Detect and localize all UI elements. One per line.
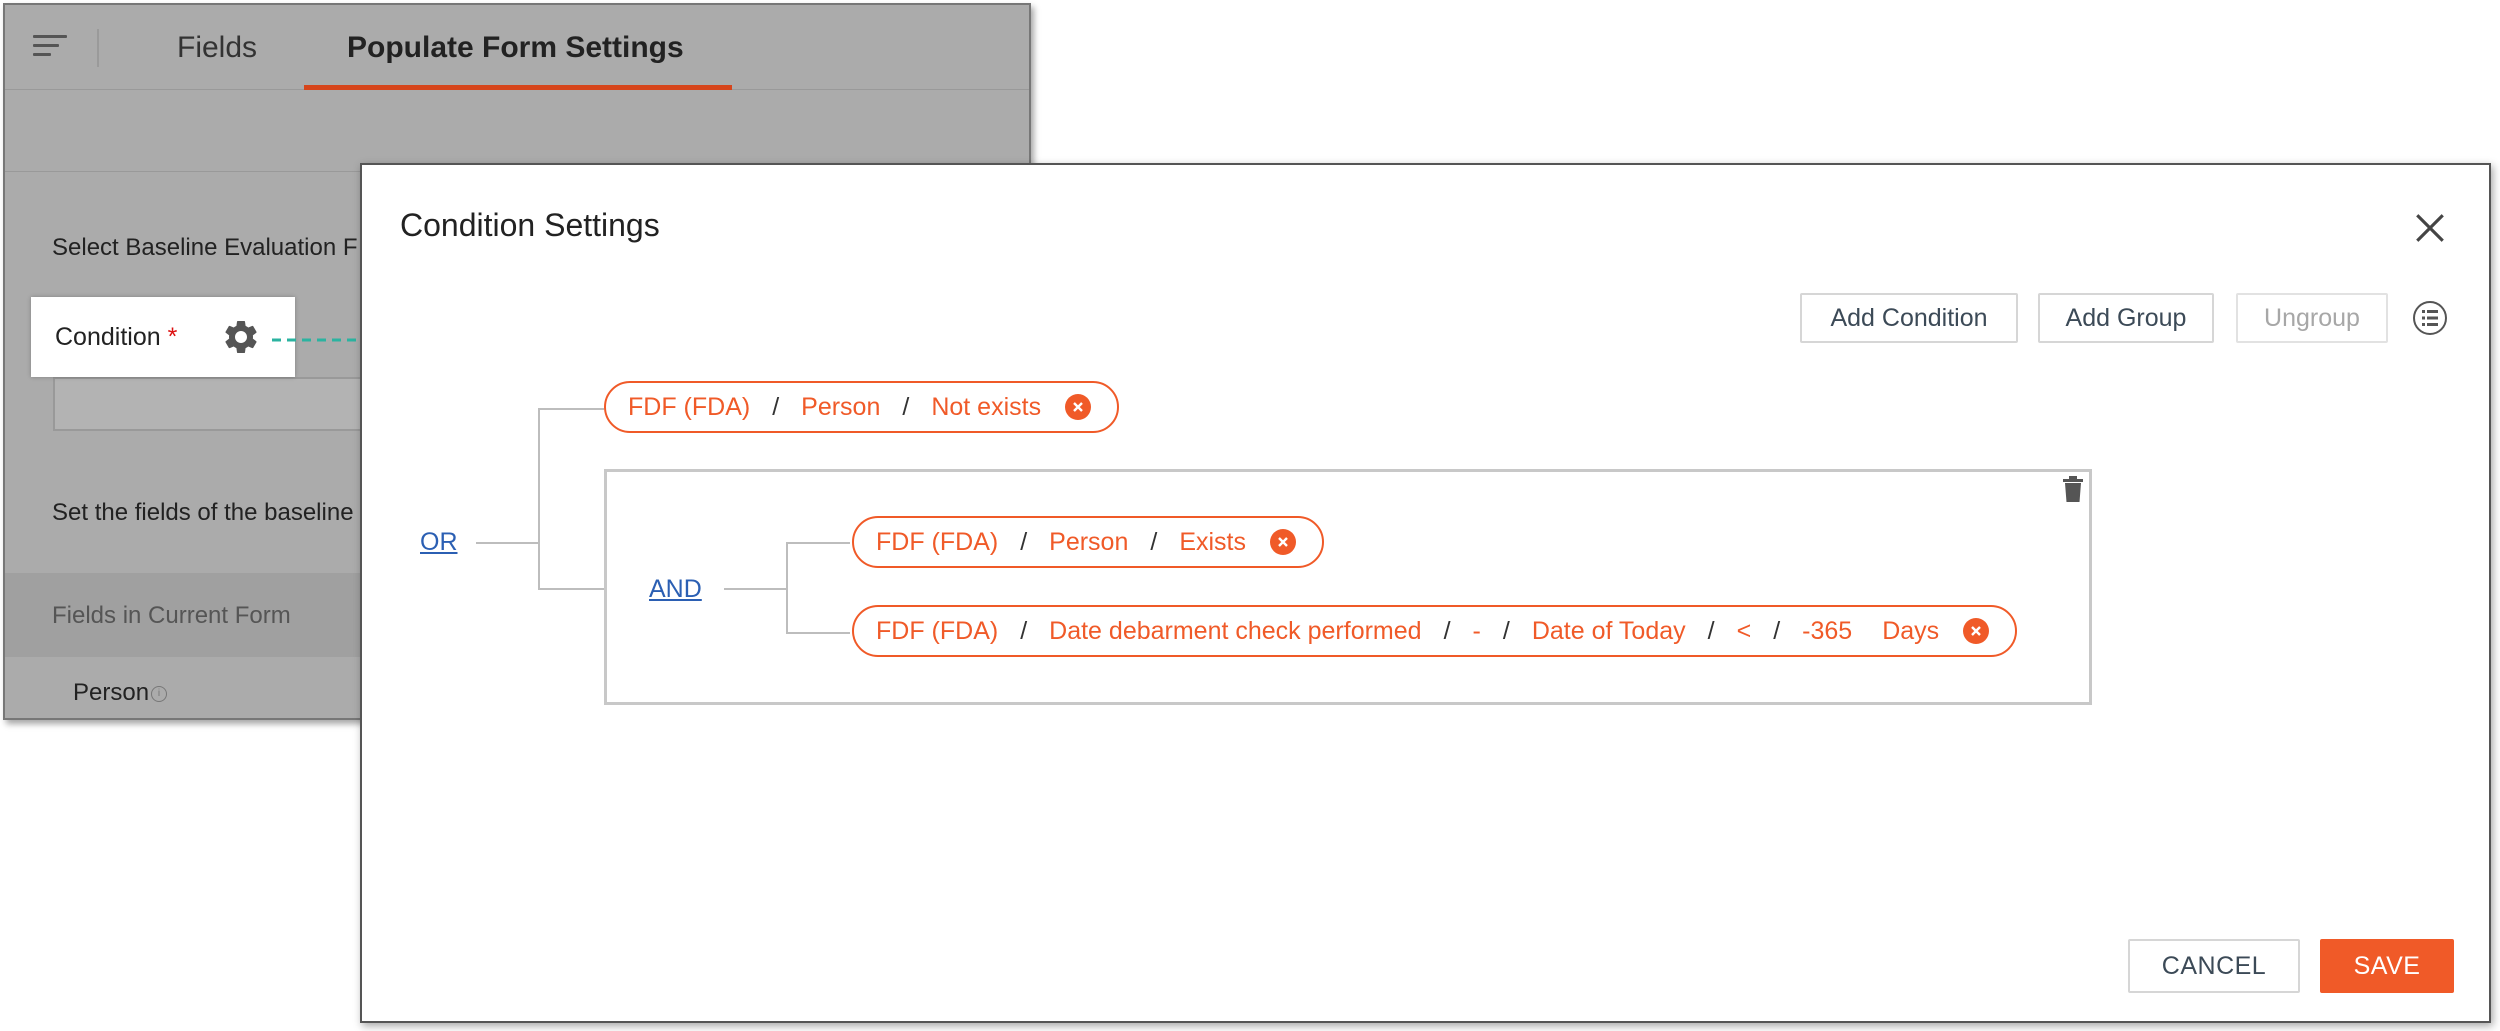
condition-operator: < (1736, 616, 1752, 645)
condition-unit: Days (1882, 616, 1940, 645)
cancel-button[interactable]: CANCEL (2128, 939, 2300, 993)
separator: / (1020, 527, 1028, 556)
condition-compare-to: Date of Today (1531, 616, 1686, 645)
tree-line (538, 408, 604, 410)
condition-chip[interactable]: FDF (FDA) / Date debarment check perform… (852, 605, 2018, 657)
tab-populate-form-settings[interactable]: Populate Form Settings (347, 31, 684, 65)
or-operator-link[interactable]: OR (420, 528, 458, 557)
condition-modifier: - (1472, 616, 1481, 645)
field-person-label: Person (73, 679, 150, 706)
remove-icon[interactable] (1065, 394, 1092, 420)
fields-header-label: Fields in Current Form (52, 602, 291, 629)
tree-line (538, 408, 540, 590)
required-mark: * (167, 323, 178, 351)
menu-icon[interactable] (33, 35, 69, 61)
separator: / (1150, 527, 1158, 556)
and-operator-link[interactable]: AND (649, 575, 702, 604)
condition-group (604, 469, 2092, 705)
gear-icon[interactable] (221, 317, 261, 357)
tree-line (476, 542, 538, 544)
separator: / (1020, 616, 1028, 645)
active-tab-indicator (304, 85, 732, 90)
tab-fields[interactable]: Fields (177, 31, 257, 65)
separator: / (1502, 616, 1510, 645)
info-icon[interactable]: i (151, 685, 168, 702)
condition-field-highlight: Condition * (31, 297, 295, 377)
condition-field: Person (1049, 527, 1129, 556)
close-icon[interactable] (2413, 211, 2447, 245)
add-condition-button[interactable]: Add Condition (1800, 293, 2018, 343)
condition-field: Person (801, 392, 881, 421)
condition-chip[interactable]: FDF (FDA) / Person / Not exists (604, 381, 1120, 433)
condition-source: FDF (FDA) (876, 616, 999, 645)
list-settings-icon[interactable] (2411, 299, 2449, 337)
save-button[interactable]: SAVE (2320, 939, 2454, 993)
separator: / (1773, 616, 1781, 645)
add-group-button[interactable]: Add Group (2038, 293, 2214, 343)
condition-field: Date debarment check performed (1049, 616, 1422, 645)
separator: / (1707, 616, 1715, 645)
field-row-person: Person i (73, 679, 168, 707)
condition-source: FDF (FDA) (628, 392, 751, 421)
condition-chip[interactable]: FDF (FDA) / Person / Exists (852, 516, 1325, 568)
condition-label: Condition * (55, 323, 177, 352)
select-baseline-label: Select Baseline Evaluation F (52, 234, 358, 261)
set-fields-label: Set the fields of the baseline (52, 499, 354, 526)
condition-source: FDF (FDA) (876, 527, 999, 556)
ungroup-button[interactable]: Ungroup (2236, 293, 2388, 343)
trash-icon[interactable] (2061, 476, 2085, 502)
condition-operator: Exists (1179, 527, 1247, 556)
condition-value: -365 (1802, 616, 1853, 645)
remove-icon[interactable] (1963, 618, 1990, 644)
separator: / (1443, 616, 1451, 645)
remove-icon[interactable] (1270, 529, 1297, 555)
tree-line (538, 588, 604, 590)
condition-label-text: Condition (55, 323, 161, 351)
condition-settings-dialog: Condition Settings Add Condition Add Gro… (360, 163, 2491, 1023)
tab-bar: Fields Populate Form Settings (5, 5, 1029, 90)
separator: / (772, 392, 780, 421)
tab-divider (97, 29, 99, 67)
dialog-title: Condition Settings (400, 207, 660, 243)
condition-operator: Not exists (931, 392, 1042, 421)
separator: / (902, 392, 910, 421)
